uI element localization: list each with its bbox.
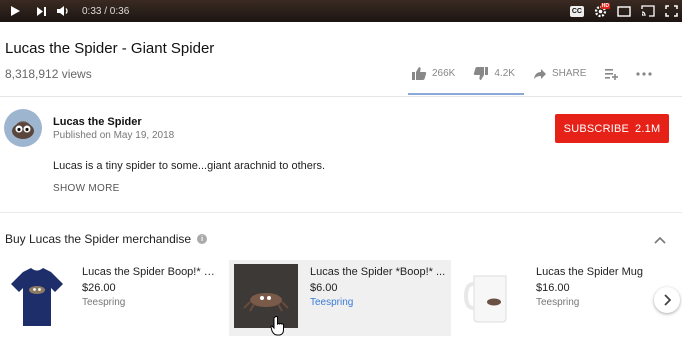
merch-title: Buy Lucas the Spider merchandise bbox=[5, 232, 192, 246]
view-count: 8,318,912 views bbox=[5, 67, 92, 81]
dislike-button[interactable]: 4.2K bbox=[473, 66, 515, 81]
captions-icon: CC bbox=[569, 5, 584, 17]
video-description: Lucas is a tiny spider to some...giant a… bbox=[53, 160, 326, 172]
captions-button[interactable]: CC bbox=[569, 0, 584, 22]
playlist-add-icon bbox=[605, 68, 619, 80]
collapse-button[interactable] bbox=[654, 231, 666, 249]
next-icon bbox=[36, 6, 46, 16]
mug-image bbox=[460, 264, 524, 328]
video-actions: 266K 4.2K SHARE bbox=[411, 66, 670, 81]
share-icon bbox=[533, 68, 546, 79]
merch-item-seller[interactable]: Teespring bbox=[310, 297, 353, 308]
fullscreen-button[interactable] bbox=[665, 0, 678, 22]
next-button[interactable] bbox=[30, 0, 52, 22]
share-label: SHARE bbox=[551, 68, 587, 79]
subscribe-label: SUBSCRIBE bbox=[563, 122, 630, 135]
merch-item-seller[interactable]: Teespring bbox=[536, 297, 579, 308]
publish-date: Published on May 19, 2018 bbox=[53, 130, 175, 141]
video-player-controls: 0:33 / 0:36 CC HD bbox=[0, 0, 682, 22]
merch-item-price: $26.00 bbox=[82, 282, 116, 294]
subscriber-count: 2.1M bbox=[635, 122, 661, 135]
video-title: Lucas the Spider - Giant Spider bbox=[5, 40, 215, 57]
merch-item-price: $6.00 bbox=[310, 282, 338, 294]
thumbs-down-icon bbox=[474, 67, 489, 80]
subscribe-button[interactable]: SUBSCRIBE 2.1M bbox=[555, 114, 669, 143]
merch-item[interactable]: Lucas the Spider *Boop!* ... $6.00 Teesp… bbox=[229, 260, 451, 336]
cast-icon bbox=[641, 5, 655, 17]
share-button[interactable]: SHARE bbox=[533, 68, 586, 80]
chevron-right-icon bbox=[664, 294, 671, 306]
next-merch-button[interactable] bbox=[654, 287, 680, 313]
volume-icon bbox=[57, 6, 68, 16]
miniplayer-button[interactable] bbox=[617, 0, 631, 22]
time-display: 0:33 / 0:36 bbox=[82, 5, 130, 17]
play-icon bbox=[11, 6, 20, 16]
cast-button[interactable] bbox=[641, 0, 655, 22]
like-button[interactable]: 266K bbox=[411, 66, 455, 81]
info-icon[interactable]: i bbox=[197, 234, 208, 244]
channel-avatar[interactable] bbox=[4, 109, 42, 147]
add-to-playlist-button[interactable] bbox=[604, 68, 619, 80]
merch-item-name: Lucas the Spider Boop!* S... bbox=[82, 266, 220, 278]
volume-button[interactable] bbox=[52, 0, 74, 22]
merch-item-name: Lucas the Spider Mug bbox=[536, 266, 644, 278]
channel-name[interactable]: Lucas the Spider bbox=[53, 116, 142, 128]
more-actions-button[interactable] bbox=[636, 71, 652, 76]
divider bbox=[0, 96, 682, 97]
merch-item-price: $16.00 bbox=[536, 282, 570, 294]
spider-icon bbox=[12, 123, 34, 139]
dislike-count: 4.2K bbox=[494, 68, 515, 79]
sticker-image bbox=[234, 264, 298, 328]
hd-badge: HD bbox=[600, 3, 610, 9]
play-button[interactable] bbox=[0, 0, 30, 22]
hand-cursor-icon bbox=[270, 316, 284, 336]
merch-item-seller[interactable]: Teespring bbox=[82, 297, 125, 308]
merch-item[interactable]: Lucas the Spider Boop!* S... $26.00 Tees… bbox=[0, 260, 222, 336]
merch-item[interactable]: Lucas the Spider Mug $16.00 Teespring bbox=[455, 260, 677, 336]
like-count: 266K bbox=[432, 68, 456, 79]
divider bbox=[0, 212, 682, 213]
miniplayer-icon bbox=[617, 5, 631, 17]
thumbs-up-icon bbox=[412, 67, 427, 80]
merch-item-name: Lucas the Spider *Boop!* ... bbox=[310, 266, 446, 278]
more-horizontal-icon bbox=[636, 71, 652, 76]
tshirt-image bbox=[5, 264, 69, 328]
fullscreen-icon bbox=[665, 5, 678, 17]
merch-shelf-header: Buy Lucas the Spider merchandise i bbox=[5, 232, 208, 246]
settings-button[interactable]: HD bbox=[594, 0, 610, 22]
show-more-button[interactable]: SHOW MORE bbox=[53, 183, 120, 194]
like-ratio-bar bbox=[408, 93, 524, 95]
chevron-up-icon bbox=[654, 236, 666, 244]
